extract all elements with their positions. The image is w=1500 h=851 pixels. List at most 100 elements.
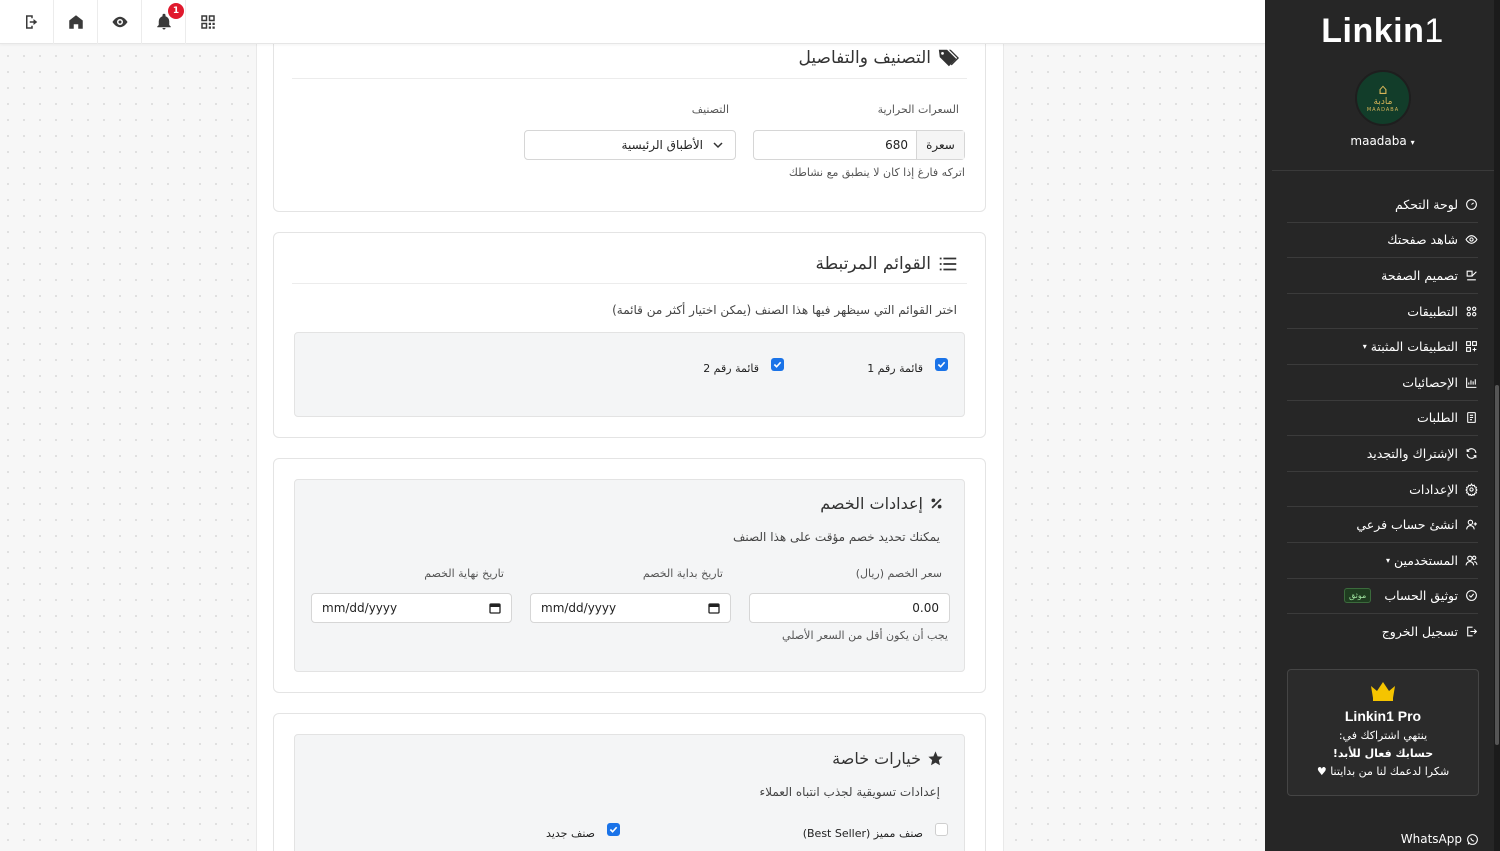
- category-selected-value: الأطباق الرئيسية: [621, 138, 703, 152]
- discount-start-label: تاريخ بداية الخصم: [642, 567, 723, 580]
- sidebar-item-verify-account[interactable]: موثق توثيق الحساب: [1287, 579, 1478, 615]
- orders-icon: [1467, 412, 1476, 424]
- view-page-button[interactable]: [98, 0, 142, 44]
- verify-icon: [1466, 590, 1477, 602]
- stats-icon: [1466, 377, 1477, 388]
- eye-icon: [1465, 235, 1478, 245]
- calories-label: السعرات الحرارية: [877, 103, 959, 116]
- pro-plan-box: Linkin1 Pro ينتهي اشتراكك في: حسابك فعال…: [1287, 669, 1479, 796]
- best-seller-label: صنف مميز (Best Seller): [802, 827, 923, 840]
- divider: [1272, 170, 1500, 171]
- qr-code-icon: [201, 14, 215, 29]
- lists-description: اختر القوائم التي سيظهر فيها هذا الصنف (…: [612, 303, 957, 317]
- eye-icon: [112, 16, 127, 27]
- calories-input-group: 680 سعرة: [753, 130, 965, 160]
- pro-expiry-label: ينتهي اشتراكك في:: [1338, 729, 1428, 742]
- calories-unit-addon: سعرة: [916, 131, 964, 159]
- sidebar-item-installed-apps[interactable]: ▾ التطبيقات المثبتة: [1287, 329, 1478, 365]
- sidebar-item-settings[interactable]: الإعدادات: [1287, 472, 1478, 508]
- new-item-checkbox[interactable]: [607, 823, 620, 836]
- logout-icon: [25, 14, 37, 29]
- sidebar-item-page-design[interactable]: تصميم الصفحة: [1287, 258, 1478, 294]
- sidebar-item-view-page[interactable]: شاهد صفحتك: [1287, 223, 1478, 259]
- caret-down-icon: ▾: [1385, 555, 1390, 565]
- heart-icon: ♥: [1316, 765, 1327, 778]
- discount-price-input[interactable]: 0.00: [749, 593, 950, 623]
- dashboard-icon: [1466, 198, 1477, 210]
- category-label: التصنيف: [691, 103, 729, 116]
- list-2-label: قائمة رقم 2: [703, 362, 759, 375]
- discount-start-date-input[interactable]: mm/dd/yyyy: [530, 593, 731, 623]
- discount-end-placeholder: mm/dd/yyyy: [322, 601, 398, 615]
- special-options-card: خيارات خاصة إعدادات تسويقية لجذب انتباه …: [273, 713, 986, 851]
- calendar-icon[interactable]: [708, 602, 720, 614]
- refresh-icon: [1466, 448, 1477, 459]
- calories-help-text: اتركه فارغ إذا كان لا ينطبق مع نشاطك: [788, 166, 965, 179]
- list-1-checkbox[interactable]: [935, 358, 948, 371]
- sidebar-item-dashboard[interactable]: لوحة التحكم: [1287, 187, 1478, 223]
- notification-badge: 1: [168, 2, 184, 19]
- sidebar-nav: لوحة التحكم شاهد صفحتك تصميم الصفحة التط…: [1287, 187, 1478, 650]
- discount-end-label: تاريخ نهاية الخصم: [424, 567, 504, 580]
- category-card-header: التصنيف والتفاصيل: [798, 47, 959, 69]
- caret-down-icon: ▾: [1362, 342, 1367, 352]
- sidebar-item-apps[interactable]: التطبيقات: [1287, 294, 1478, 330]
- sidebar-item-logout[interactable]: تسجيل الخروج: [1287, 614, 1478, 650]
- calendar-icon[interactable]: [489, 602, 501, 614]
- sidebar-item-orders[interactable]: الطلبات: [1287, 401, 1478, 437]
- verified-badge: موثق: [1344, 588, 1372, 604]
- scrollbar-thumb[interactable]: [1495, 385, 1499, 745]
- lists-options-box: قائمة رقم 1 قائمة رقم 2: [294, 332, 965, 417]
- divider: [292, 78, 967, 79]
- users-icon: [1465, 555, 1478, 566]
- tags-icon: [938, 49, 959, 67]
- percent-icon: [931, 498, 942, 509]
- discount-card: إعدادات الخصم يمكنك تحديد خصم مؤقت على ه…: [273, 458, 986, 693]
- check-icon: [937, 361, 946, 368]
- qr-code-button[interactable]: [186, 0, 230, 44]
- top-toolbar: 1: [0, 0, 1265, 44]
- discount-end-date-input[interactable]: mm/dd/yyyy: [311, 593, 512, 623]
- category-select[interactable]: الأطباق الرئيسية: [524, 130, 736, 160]
- check-icon: [609, 826, 618, 833]
- discount-box: إعدادات الخصم يمكنك تحديد خصم مؤقت على ه…: [294, 479, 965, 672]
- logout-button[interactable]: [10, 0, 54, 44]
- add-user-icon: [1466, 519, 1477, 530]
- whatsapp-icon: [1467, 833, 1478, 845]
- username-dropdown[interactable]: maadaba ▾: [1265, 134, 1500, 148]
- main-content: التصنيف والتفاصيل السعرات الحرارية 680 س…: [256, 44, 1004, 851]
- divider: [292, 283, 967, 284]
- discount-description: يمكنك تحديد خصم مؤقت على هذا الصنف: [732, 530, 940, 544]
- installed-apps-icon: [1466, 341, 1477, 353]
- discount-title: إعدادات الخصم: [820, 494, 923, 513]
- discount-header: إعدادات الخصم: [820, 494, 944, 513]
- pro-thanks: شكرا لدعمك لنا من بدايتنا ♥: [1316, 765, 1450, 778]
- sidebar-item-users[interactable]: ▾ المستخدمين: [1287, 543, 1478, 579]
- avatar[interactable]: ⌂ مادبة MAADABA: [1355, 70, 1411, 126]
- new-item-label: صنف جديد: [546, 827, 595, 840]
- special-options-box: خيارات خاصة إعدادات تسويقية لجذب انتباه …: [294, 734, 965, 851]
- discount-start-placeholder: mm/dd/yyyy: [541, 601, 617, 615]
- settings-icon: [1465, 482, 1478, 496]
- discount-price-label: سعر الخصم (ريال): [855, 567, 942, 580]
- list-2-checkbox[interactable]: [771, 358, 784, 371]
- list-icon: [939, 257, 957, 271]
- whatsapp-link[interactable]: WhatsApp: [1401, 832, 1479, 846]
- app-logo[interactable]: Linkin1: [1265, 12, 1500, 51]
- sidebar-item-statistics[interactable]: الإحصائيات: [1287, 365, 1478, 401]
- home-button[interactable]: [54, 0, 98, 44]
- scrollbar[interactable]: [1494, 0, 1500, 851]
- notifications-button[interactable]: 1: [142, 0, 186, 44]
- linked-lists-card: القوائم المرتبطة اختر القوائم التي سيظهر…: [273, 232, 986, 438]
- sidebar-item-create-subaccount[interactable]: انشئ حساب فرعي: [1287, 507, 1478, 543]
- best-seller-checkbox[interactable]: [935, 823, 948, 836]
- lists-card-header: القوائم المرتبطة: [816, 253, 960, 275]
- lists-card-title: القوائم المرتبطة: [815, 254, 932, 274]
- category-card-title: التصنيف والتفاصيل: [798, 48, 932, 68]
- home-icon: [68, 14, 83, 29]
- sidebar-item-subscription[interactable]: الإشتراك والتجديد: [1287, 436, 1478, 472]
- apps-icon: [1466, 306, 1477, 316]
- category-details-card: التصنيف والتفاصيل السعرات الحرارية 680 س…: [273, 44, 986, 212]
- star-icon: [928, 751, 943, 766]
- calories-input[interactable]: 680: [754, 138, 916, 152]
